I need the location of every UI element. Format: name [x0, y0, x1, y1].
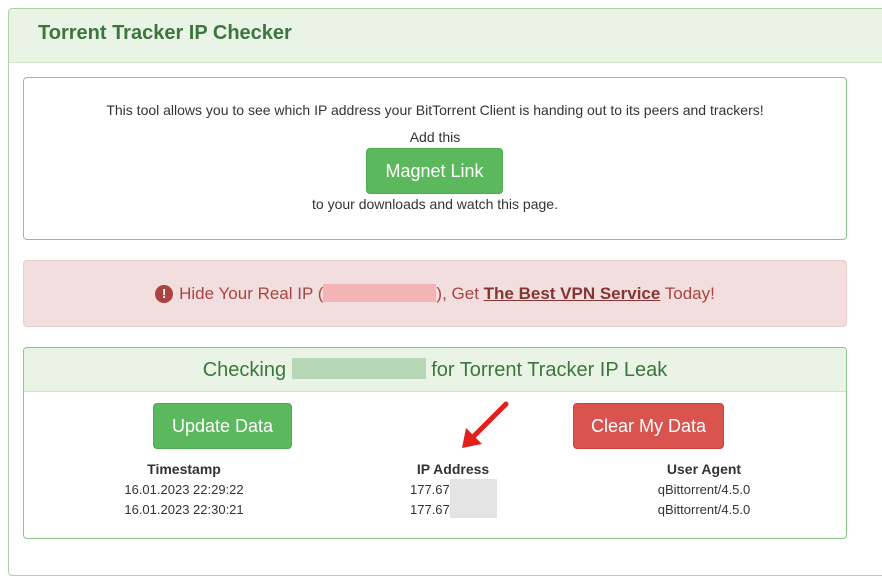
redacted-address — [291, 358, 426, 379]
heading-prefix: Checking — [202, 359, 287, 381]
page-title: Torrent Tracker IP Checker — [38, 22, 292, 44]
user-agent-cell: qBittorrent/4.5.0 — [657, 502, 751, 517]
alert-suffix: Today! — [660, 284, 715, 303]
ip-header: IP Address — [416, 461, 490, 477]
redacted-ip-suffix — [450, 479, 497, 518]
alert-middle: ), Get — [436, 284, 484, 303]
magnet-link-button[interactable]: Magnet Link — [366, 148, 503, 194]
timestamp-column: Timestamp 16.01.2023 22:29:22 16.01.2023… — [104, 459, 264, 520]
timestamp-cell: 16.01.2023 22:29:22 — [124, 482, 244, 497]
checker-panel: Checking for Torrent Tracker IP Leak Upd… — [23, 347, 847, 539]
timestamp-cell: 16.01.2023 22:30:21 — [124, 502, 244, 517]
user-agent-header: User Agent — [666, 461, 742, 477]
after-text: to your downloads and watch this page. — [312, 196, 558, 212]
checker-heading: Checking for Torrent Tracker IP Leak — [24, 348, 846, 392]
description-text: This tool allows you to see which IP add… — [106, 102, 764, 118]
vpn-alert: ! Hide Your Real IP ( ), Get The Best VPN … — [23, 260, 847, 327]
update-data-button[interactable]: Update Data — [153, 403, 292, 449]
alert-message: ! Hide Your Real IP ( ), Get The Best VPN … — [24, 284, 846, 304]
user-agent-column: User Agent qBittorrent/4.5.0 qBittorrent… — [624, 459, 784, 520]
add-this-text: Add this — [409, 129, 461, 145]
panel-heading: Torrent Tracker IP Checker — [9, 9, 882, 63]
annotation-arrow-icon — [462, 401, 509, 448]
timestamp-header: Timestamp — [147, 461, 221, 477]
exclamation-circle-icon: ! — [155, 285, 174, 303]
heading-suffix: for Torrent Tracker IP Leak — [431, 359, 668, 381]
vpn-link[interactable]: The Best VPN Service — [484, 284, 661, 303]
alert-prefix: Hide Your Real IP ( — [179, 284, 324, 303]
info-box: This tool allows you to see which IP add… — [23, 77, 847, 240]
user-agent-cell: qBittorrent/4.5.0 — [657, 482, 751, 497]
redacted-ip — [323, 284, 437, 302]
clear-data-button[interactable]: Clear My Data — [573, 403, 724, 449]
